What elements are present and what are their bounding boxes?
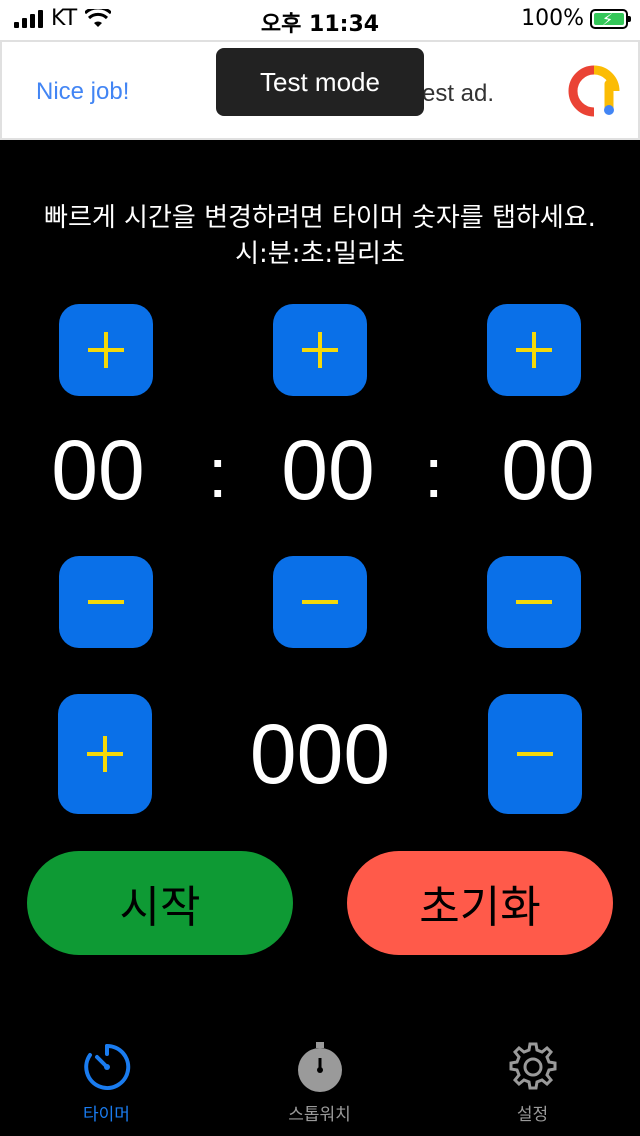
tab-label: 설정 xyxy=(516,1105,549,1125)
status-right: 100% ⚡ xyxy=(521,6,631,31)
seconds-display[interactable]: 00 xyxy=(486,428,610,512)
minus-icon xyxy=(517,752,553,756)
tab-settings[interactable]: 설정 xyxy=(426,1040,639,1136)
seconds-increment-button[interactable] xyxy=(487,304,581,396)
millis-decrement-button[interactable] xyxy=(488,694,582,814)
ad-left-text: Nice job! xyxy=(36,78,130,105)
tab-bar: 타이머 스톱워치 설정 xyxy=(0,1040,640,1136)
minutes-display[interactable]: 00 xyxy=(266,428,390,512)
test-mode-toast: Test mode xyxy=(216,48,424,116)
hours-decrement-button[interactable] xyxy=(59,556,153,648)
ad-right-text: est ad. xyxy=(422,80,495,107)
time-separator: : xyxy=(424,434,444,512)
start-button[interactable]: 시작 xyxy=(27,851,293,955)
gear-icon xyxy=(509,1042,556,1090)
tab-timer[interactable]: 타이머 xyxy=(0,1040,213,1136)
millis-display[interactable]: 000 xyxy=(200,712,440,796)
hours-display[interactable]: 00 xyxy=(36,428,160,512)
plus-icon xyxy=(87,736,123,772)
millis-increment-button[interactable] xyxy=(58,694,152,814)
hours-increment-button[interactable] xyxy=(59,304,153,396)
instruction-text: 빠르게 시간을 변경하려면 타이머 숫자를 탭하세요. 시:분:초:밀리초 xyxy=(0,200,640,272)
plus-icon xyxy=(516,332,552,368)
reset-button[interactable]: 초기화 xyxy=(347,851,613,955)
minutes-decrement-button[interactable] xyxy=(273,556,367,648)
tab-label: 스톱워치 xyxy=(288,1105,351,1125)
instruction-line-2: 시:분:초:밀리초 xyxy=(235,239,405,269)
instruction-line-1: 빠르게 시간을 변경하려면 타이머 숫자를 탭하세요. xyxy=(44,203,596,233)
battery-icon: ⚡ xyxy=(590,8,631,29)
plus-icon xyxy=(302,332,338,368)
tab-stopwatch[interactable]: 스톱워치 xyxy=(213,1040,426,1136)
minutes-increment-button[interactable] xyxy=(273,304,367,396)
google-ads-icon xyxy=(568,65,620,117)
timer-icon xyxy=(83,1043,130,1090)
battery-percent: 100% xyxy=(521,6,584,31)
minus-icon xyxy=(302,600,338,604)
minus-icon xyxy=(88,600,124,604)
time-separator: : xyxy=(208,434,228,512)
plus-icon xyxy=(88,332,124,368)
minus-icon xyxy=(516,600,552,604)
tab-label: 타이머 xyxy=(83,1105,130,1125)
seconds-decrement-button[interactable] xyxy=(487,556,581,648)
status-bar: KT 오후 11:34 100% ⚡ xyxy=(0,0,640,40)
stopwatch-icon xyxy=(297,1042,342,1092)
